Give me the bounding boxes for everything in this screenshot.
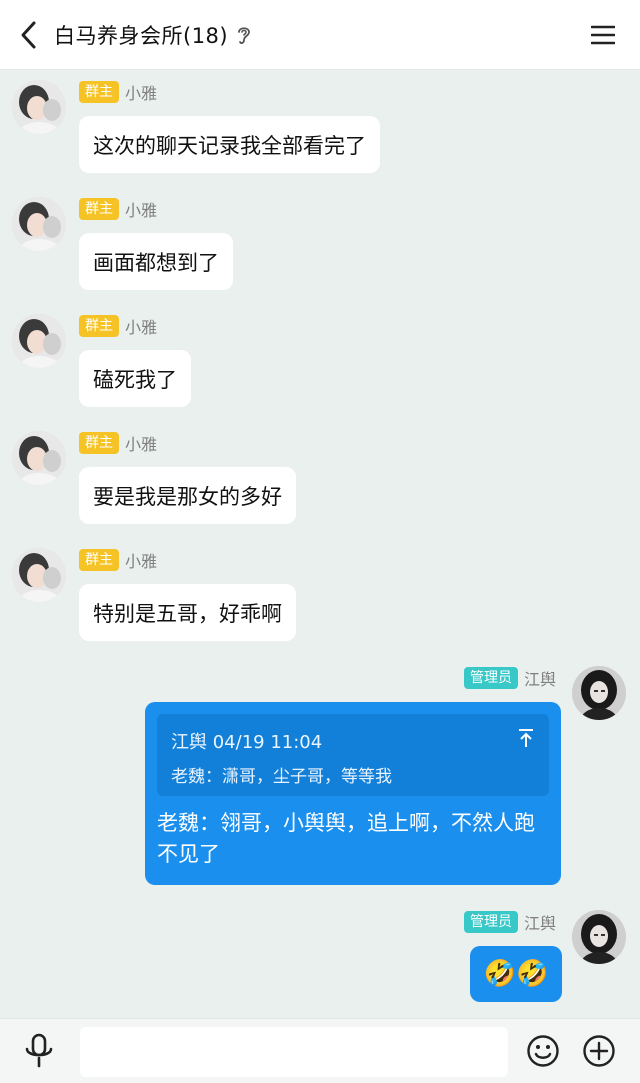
message-bubble[interactable]: 磕死我了 xyxy=(79,350,191,407)
admin-badge: 管理员 xyxy=(463,911,518,933)
sender-meta: 群主 小雅 xyxy=(79,197,157,221)
admin-badge: 管理员 xyxy=(463,667,518,689)
message-bubble[interactable]: 这次的聊天记录我全部看完了 xyxy=(79,116,380,173)
avatar[interactable] xyxy=(12,314,66,368)
sender-meta: 群主 小雅 xyxy=(79,548,157,572)
more-button[interactable] xyxy=(582,1034,616,1068)
plus-circle-icon xyxy=(583,1035,615,1067)
sender-meta: 群主 小雅 xyxy=(79,431,157,455)
avatar[interactable] xyxy=(12,548,66,602)
owner-badge: 群主 xyxy=(79,432,119,454)
hamburger-menu-icon xyxy=(591,25,615,45)
sender-name: 江舆 xyxy=(523,670,556,689)
message-bubble[interactable]: 特别是五哥，好乖啊 xyxy=(79,584,296,641)
message-item-self: 管理员 江舆 江舆 04/19 11:04 老魏：潇哥，尘子哥，等等我 老魏：翎… xyxy=(0,664,640,894)
sender-name: 小雅 xyxy=(125,435,158,454)
chat-header: 白马养身会所(18) xyxy=(0,0,640,70)
quote-header: 江舆 04/19 11:04 xyxy=(171,732,323,753)
microphone-icon xyxy=(25,1033,53,1068)
sender-meta: 管理员 江舆 xyxy=(463,910,556,934)
back-button[interactable] xyxy=(4,0,54,70)
owner-badge: 群主 xyxy=(79,198,119,220)
avatar[interactable] xyxy=(12,431,66,485)
emoji-bubble[interactable]: 🤣🤣 xyxy=(470,946,562,1002)
owner-badge: 群主 xyxy=(79,81,119,103)
sender-meta: 群主 小雅 xyxy=(79,314,157,338)
sender-meta: 群主 小雅 xyxy=(79,80,157,104)
pin-top-icon xyxy=(519,729,533,747)
ear-icon xyxy=(236,24,254,46)
sender-name: 小雅 xyxy=(125,318,158,337)
voice-button[interactable] xyxy=(22,1033,56,1069)
laughing-emoji-icon: 🤣🤣 xyxy=(483,959,549,989)
smiley-icon xyxy=(527,1035,559,1067)
owner-badge: 群主 xyxy=(79,549,119,571)
sender-name: 小雅 xyxy=(125,201,158,220)
chat-title-group[interactable]: 白马养身会所(18) xyxy=(54,20,254,50)
message-bubble[interactable]: 画面都想到了 xyxy=(79,233,233,290)
message-item-self: 管理员 江舆 🤣🤣 xyxy=(0,908,640,1008)
avatar[interactable] xyxy=(572,666,626,720)
avatar[interactable] xyxy=(572,910,626,964)
chat-title: 白马养身会所(18) xyxy=(54,23,229,48)
message-input[interactable] xyxy=(80,1027,508,1077)
message-item: 群主 小雅 特别是五哥，好乖啊 xyxy=(0,548,640,648)
sender-name: 江舆 xyxy=(523,914,556,933)
quote-text: 老魏：潇哥，尘子哥，等等我 xyxy=(171,767,392,787)
message-item: 群主 小雅 磕死我了 xyxy=(0,314,640,414)
avatar[interactable] xyxy=(12,80,66,134)
message-text: 老魏：翎哥，小舆舆，追上啊，不然人跑不见了 xyxy=(157,811,535,866)
chevron-left-icon xyxy=(21,21,36,48)
input-bar xyxy=(0,1018,640,1083)
sender-name: 小雅 xyxy=(125,84,158,103)
message-item: 群主 小雅 这次的聊天记录我全部看完了 xyxy=(0,80,640,180)
quoted-message[interactable]: 江舆 04/19 11:04 老魏：潇哥，尘子哥，等等我 xyxy=(157,714,549,796)
sender-name: 小雅 xyxy=(125,552,158,571)
message-bubble[interactable]: 要是我是那女的多好 xyxy=(79,467,296,524)
emoji-button[interactable] xyxy=(526,1034,560,1068)
owner-badge: 群主 xyxy=(79,315,119,337)
sender-meta: 管理员 江舆 xyxy=(463,666,556,690)
message-item: 群主 小雅 要是我是那女的多好 xyxy=(0,431,640,531)
avatar[interactable] xyxy=(12,197,66,251)
menu-button[interactable] xyxy=(590,22,616,48)
message-bubble[interactable]: 江舆 04/19 11:04 老魏：潇哥，尘子哥，等等我 老魏：翎哥，小舆舆，追… xyxy=(145,702,561,885)
message-item: 群主 小雅 画面都想到了 xyxy=(0,197,640,297)
